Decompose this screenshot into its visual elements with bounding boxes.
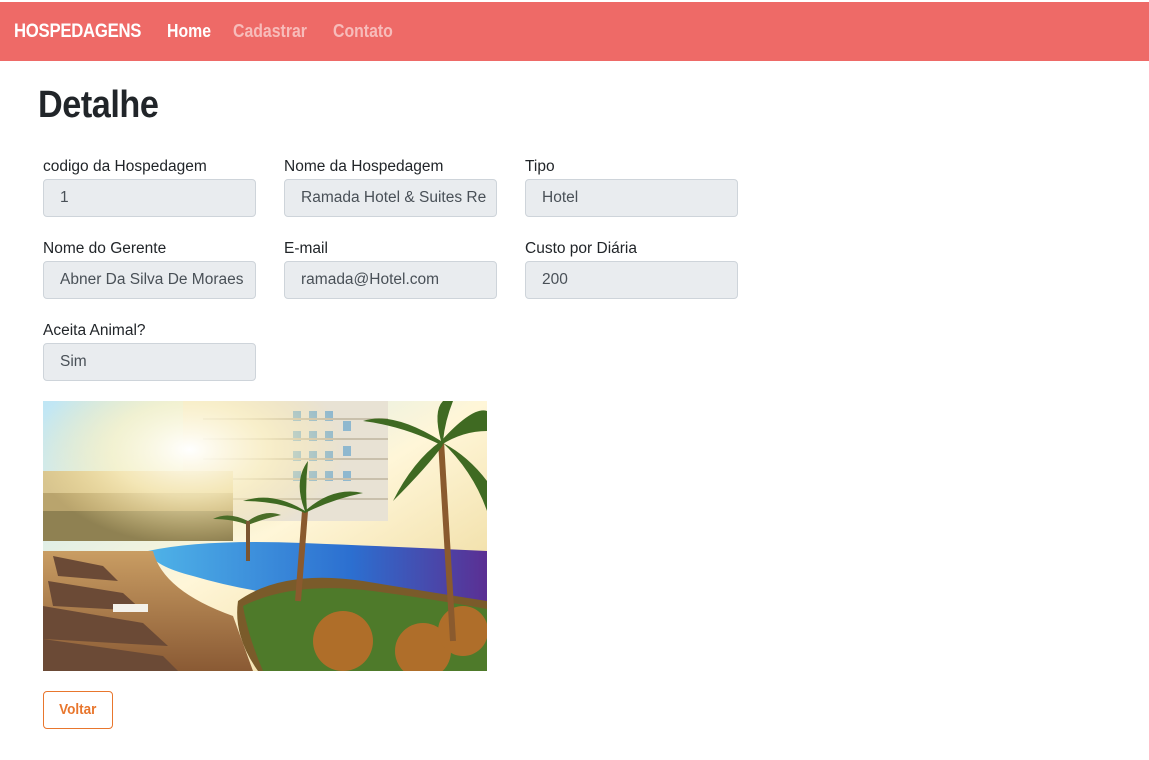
page-title: Detalhe: [38, 84, 159, 126]
custo-field-group: Custo por Diária 200: [525, 239, 738, 299]
tipo-label: Tipo: [525, 158, 555, 175]
codigo-field-group: codigo da Hospedagem 1: [43, 157, 256, 217]
brand-logo[interactable]: HOSPEDAGENS: [14, 21, 141, 43]
back-button[interactable]: Voltar: [43, 691, 113, 729]
gerente-input[interactable]: Abner Da Silva De Moraes: [43, 261, 256, 299]
nome-field-group: Nome da Hospedagem Ramada Hotel & Suites…: [284, 157, 497, 217]
nome-label: Nome da Hospedagem: [284, 158, 444, 175]
custo-label: Custo por Diária: [525, 240, 637, 257]
nav-home[interactable]: Home: [167, 21, 211, 42]
codigo-input[interactable]: 1: [43, 179, 256, 217]
nome-input[interactable]: Ramada Hotel & Suites Re: [284, 179, 497, 217]
tipo-field-group: Tipo Hotel: [525, 157, 738, 217]
email-field-group: E-mail ramada@Hotel.com: [284, 239, 497, 299]
custo-input[interactable]: 200: [525, 261, 738, 299]
animal-field-group: Aceita Animal? Sim: [43, 321, 256, 381]
animal-label: Aceita Animal?: [43, 322, 146, 339]
gerente-field-group: Nome do Gerente Abner Da Silva De Moraes: [43, 239, 256, 299]
email-label: E-mail: [284, 240, 328, 257]
email-input[interactable]: ramada@Hotel.com: [284, 261, 497, 299]
back-button-label: Voltar: [59, 701, 97, 718]
nav-cadastrar[interactable]: Cadastrar: [233, 21, 307, 42]
hotel-photo: [43, 401, 487, 671]
tipo-input[interactable]: Hotel: [525, 179, 738, 217]
top-navbar: HOSPEDAGENS Home Cadastrar Contato: [0, 2, 1149, 61]
nav-contato[interactable]: Contato: [333, 21, 393, 42]
animal-input[interactable]: Sim: [43, 343, 256, 381]
gerente-label: Nome do Gerente: [43, 240, 167, 257]
codigo-label: codigo da Hospedagem: [43, 158, 207, 175]
